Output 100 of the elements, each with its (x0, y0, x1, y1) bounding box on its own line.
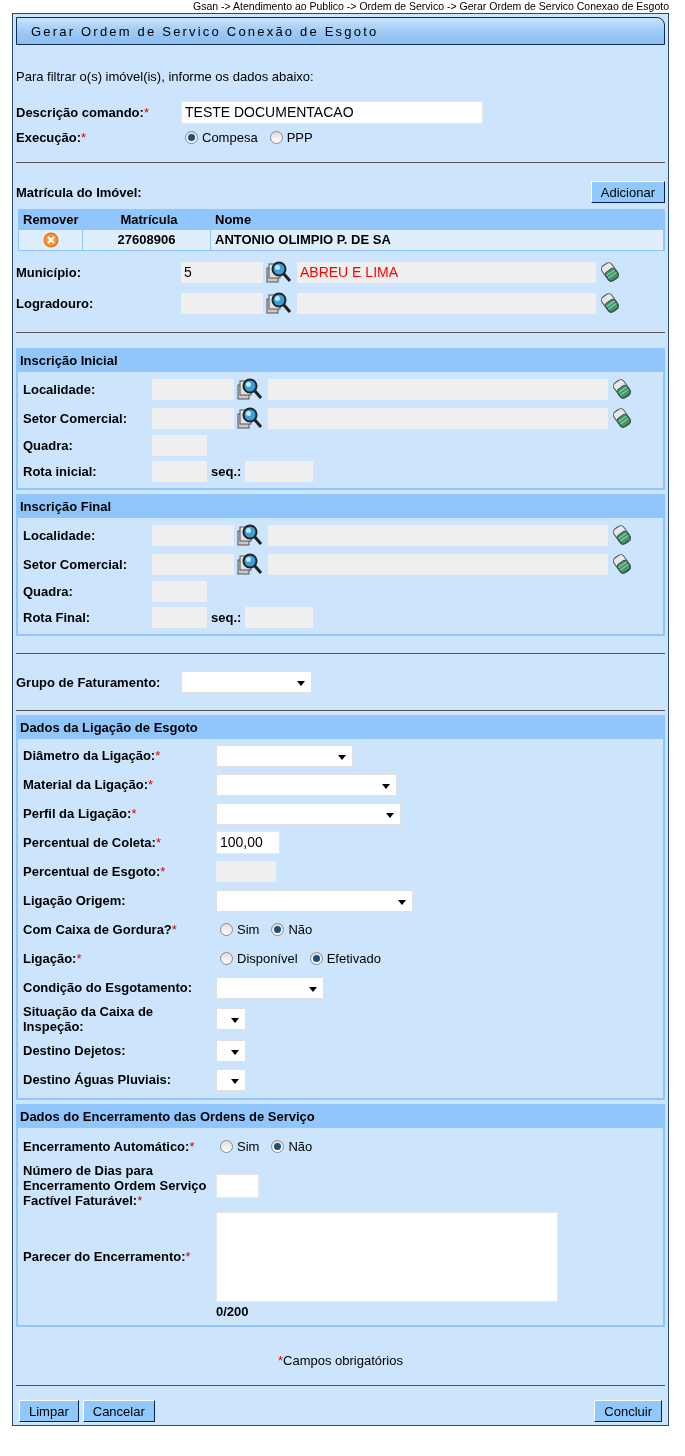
caret-icon[interactable] (231, 1078, 239, 1084)
breadcrumb: Gsan -> Atendimento ao Publico -> Ordem de Servico -> Gerar Ordem de Servico Conexao de Esgoto (192, 0, 670, 12)
code-field[interactable] (152, 407, 234, 429)
field-label: seq.: (211, 610, 242, 625)
option-label: Compesa (202, 130, 258, 145)
field-label: Município: (16, 264, 82, 280)
caret-icon[interactable] (309, 986, 317, 992)
option-label: Efetivado (326, 951, 381, 966)
radio-button[interactable] (220, 923, 233, 936)
field-label: Destino Águas Pluviais: (23, 1072, 173, 1087)
section-header: Dados do Encerramento das Ordens de Serviço (18, 1106, 663, 1128)
table-cell: ANTONIO OLIMPIO P. DE SA (211, 230, 664, 250)
text-field[interactable] (216, 861, 276, 882)
code-field[interactable] (152, 553, 234, 575)
field-label: Matrícula do Imóvel: (16, 184, 142, 200)
search-icon[interactable] (237, 552, 263, 576)
intro-text: Para filtrar o(s) imóvel(is), informe os dados abaixo: (16, 69, 315, 85)
text-field[interactable] (152, 435, 207, 456)
action-button[interactable]: Concluir (594, 1400, 662, 1422)
code-field[interactable] (152, 378, 234, 400)
field-label: Ligação:* (23, 951, 83, 966)
field-label: Ligação Origem: (23, 893, 127, 908)
caret-icon[interactable] (231, 1018, 239, 1023)
field-label: Parecer do Encerramento:* (23, 1249, 192, 1266)
field-label: Condição do Esgotamento: (23, 980, 193, 995)
radio-button[interactable] (269, 131, 283, 144)
caret-icon[interactable] (382, 783, 390, 789)
name-field[interactable] (297, 292, 596, 314)
field-label: Grupo de Faturamento: (16, 674, 161, 690)
table-cell: 27608906 (83, 230, 211, 250)
field-label: Perfil da Ligação:* (23, 806, 138, 821)
text-field[interactable] (216, 1173, 259, 1198)
field-label: Situação da Caixa de Inspeção: (23, 1004, 155, 1034)
search-icon[interactable] (237, 377, 263, 401)
column-header: Nome (214, 211, 253, 229)
radio-button[interactable] (220, 1140, 233, 1153)
field-label: Localidade: (23, 381, 97, 397)
remove-icon[interactable] (42, 232, 59, 248)
caret-icon[interactable] (398, 899, 406, 905)
text-field[interactable] (152, 607, 207, 628)
page-title: Gerar Ordem de Servico Conexão de Esgoto (31, 23, 379, 39)
text-field[interactable] (245, 607, 314, 628)
text-field[interactable]: TESTE DOCUMENTACAO (181, 101, 483, 124)
field-label: Quadra: (23, 438, 74, 453)
field-label: Execução:* (16, 130, 87, 145)
field-label: Rota inicial: (23, 464, 98, 479)
search-icon[interactable] (237, 523, 263, 547)
action-button[interactable]: Limpar (19, 1400, 79, 1422)
option-label: Sim (237, 1139, 260, 1154)
search-icon[interactable] (266, 260, 292, 284)
field-label: Setor Comercial: (23, 410, 129, 426)
caret-icon[interactable] (297, 681, 305, 686)
radio-button[interactable] (271, 1140, 285, 1153)
field-label: Percentual de Coleta:* (23, 835, 162, 850)
code-field[interactable] (152, 524, 234, 546)
option-label: Não (288, 1139, 313, 1154)
field-label: Destino Dejetos: (23, 1043, 127, 1058)
caret-icon[interactable] (231, 1049, 239, 1055)
field-label: Quadra: (23, 584, 74, 599)
radio-button[interactable] (220, 952, 233, 965)
field-label: Logradouro: (16, 295, 95, 311)
field-label: Diâmetro da Ligação:* (23, 748, 162, 763)
column-header: Remover (22, 211, 80, 229)
action-button[interactable]: Cancelar (82, 1400, 155, 1422)
name-field[interactable] (268, 378, 608, 400)
text-field[interactable]: 100,00 (216, 831, 280, 854)
column-header: Matrícula (119, 211, 179, 229)
section-header: Inscrição Final (18, 496, 663, 518)
dropdown[interactable] (216, 1039, 246, 1062)
name-field[interactable] (268, 553, 608, 575)
dropdown[interactable] (216, 1068, 246, 1091)
name-field[interactable] (268, 524, 608, 546)
field-label: Número de Dias para Encerramento Ordem Serviço Factível Faturável:* (23, 1163, 208, 1208)
option-label: Não (288, 922, 313, 937)
section-header: Inscrição Inicial (18, 350, 663, 372)
field-label: Rota Final: (23, 610, 92, 625)
radio-button[interactable] (271, 923, 285, 936)
option-label: Disponível (237, 951, 298, 966)
code-field[interactable] (181, 292, 263, 314)
text-field[interactable] (152, 581, 207, 602)
field-label: Localidade: (23, 527, 97, 543)
caret-icon[interactable] (386, 812, 394, 818)
field-label: Descrição comando:* (16, 105, 149, 120)
text-field[interactable] (152, 461, 207, 482)
field-label: Percentual de Esgoto:* (23, 864, 167, 879)
radio-button[interactable] (309, 952, 323, 965)
caret-icon[interactable] (338, 754, 346, 760)
field-label: Material da Ligação:* (23, 777, 155, 792)
radio-button[interactable] (185, 131, 198, 144)
search-icon[interactable] (266, 291, 292, 315)
text-field[interactable] (245, 461, 314, 482)
search-icon[interactable] (237, 406, 263, 430)
dropdown[interactable] (216, 1008, 246, 1030)
field-label: Com Caixa de Gordura?* (23, 922, 178, 937)
name-field[interactable] (268, 407, 608, 429)
option-label: PPP (286, 130, 313, 145)
field-label: Setor Comercial: (23, 556, 129, 572)
character-counter: 0/200 (216, 1304, 249, 1319)
add-button[interactable]: Adicionar (590, 181, 665, 203)
code-field[interactable]: 5 (181, 261, 263, 283)
